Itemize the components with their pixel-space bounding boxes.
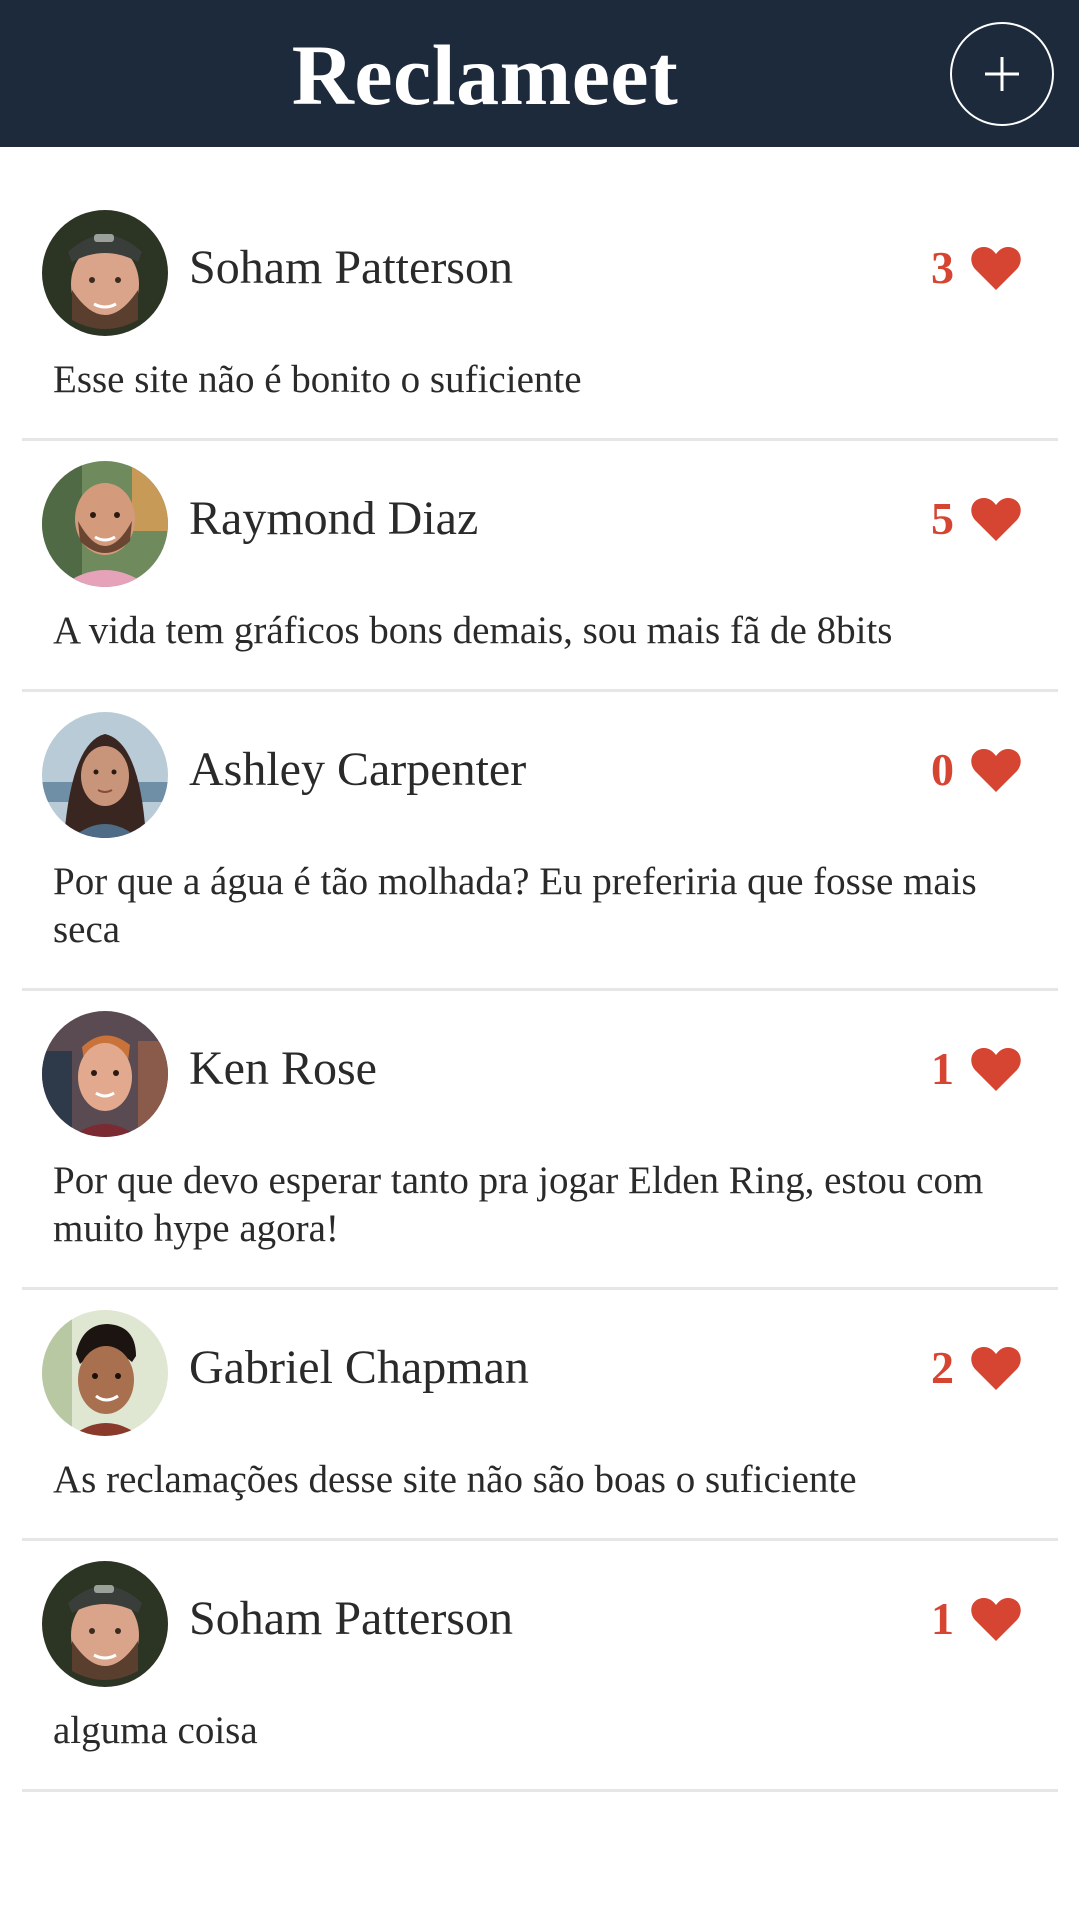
- like-counter: 1: [931, 1589, 1022, 1649]
- app-header: Reclameet: [0, 0, 1079, 147]
- complaint-text: As reclamações desse site não são boas o…: [53, 1458, 857, 1501]
- complaint-text: A vida tem gráficos bons demais, sou mai…: [53, 609, 893, 652]
- complaint-text: Por que a água é tão molhada? Eu preferi…: [53, 860, 977, 951]
- complaint-text: alguma coisa: [53, 1709, 258, 1752]
- like-counter: 1: [931, 1039, 1022, 1099]
- author-name: Soham Patterson: [189, 241, 513, 294]
- complaint-feed: Soham Patterson 3 Esse site não é bonito…: [22, 190, 1058, 1792]
- like-count: 3: [931, 242, 954, 293]
- like-count: 5: [931, 493, 954, 544]
- author-name: Raymond Diaz: [189, 492, 479, 545]
- like-count: 2: [931, 1342, 954, 1393]
- complaint-card: Ashley Carpenter 0 Por que a água é tão …: [22, 692, 1058, 991]
- author-name: Soham Patterson: [189, 1592, 513, 1645]
- complaint-card: Soham Patterson 3 Esse site não é bonito…: [22, 190, 1058, 441]
- avatar[interactable]: [42, 1011, 168, 1137]
- complaint-card: Raymond Diaz 5 A vida tem gráficos bons …: [22, 441, 1058, 692]
- like-count: 1: [931, 1593, 954, 1644]
- like-count: 0: [931, 744, 954, 795]
- avatar[interactable]: [42, 461, 168, 587]
- like-count: 1: [931, 1043, 954, 1094]
- heart-icon[interactable]: [970, 244, 1022, 292]
- like-counter: 3: [931, 238, 1022, 298]
- heart-icon[interactable]: [970, 495, 1022, 543]
- heart-icon[interactable]: [970, 1045, 1022, 1093]
- like-counter: 5: [931, 489, 1022, 549]
- complaint-text: Por que devo esperar tanto pra jogar Eld…: [53, 1159, 984, 1250]
- like-counter: 0: [931, 740, 1022, 800]
- complaint-card: Ken Rose 1 Por que devo esperar tanto pr…: [22, 991, 1058, 1290]
- plus-icon: [985, 57, 1019, 91]
- avatar[interactable]: [42, 210, 168, 336]
- heart-icon[interactable]: [970, 1595, 1022, 1643]
- author-name: Gabriel Chapman: [189, 1341, 529, 1394]
- like-counter: 2: [931, 1338, 1022, 1398]
- add-complaint-button[interactable]: [950, 22, 1054, 126]
- author-name: Ken Rose: [189, 1042, 377, 1095]
- heart-icon[interactable]: [970, 1344, 1022, 1392]
- author-name: Ashley Carpenter: [189, 743, 527, 796]
- complaint-card: Soham Patterson 1 alguma coisa: [22, 1541, 1058, 1792]
- heart-icon[interactable]: [970, 746, 1022, 794]
- complaint-card: Gabriel Chapman 2 As reclamações desse s…: [22, 1290, 1058, 1541]
- app-title: Reclameet: [291, 27, 679, 123]
- complaint-text: Esse site não é bonito o suficiente: [53, 358, 582, 401]
- avatar[interactable]: [42, 1561, 168, 1687]
- avatar[interactable]: [42, 1310, 168, 1436]
- avatar[interactable]: [42, 712, 168, 838]
